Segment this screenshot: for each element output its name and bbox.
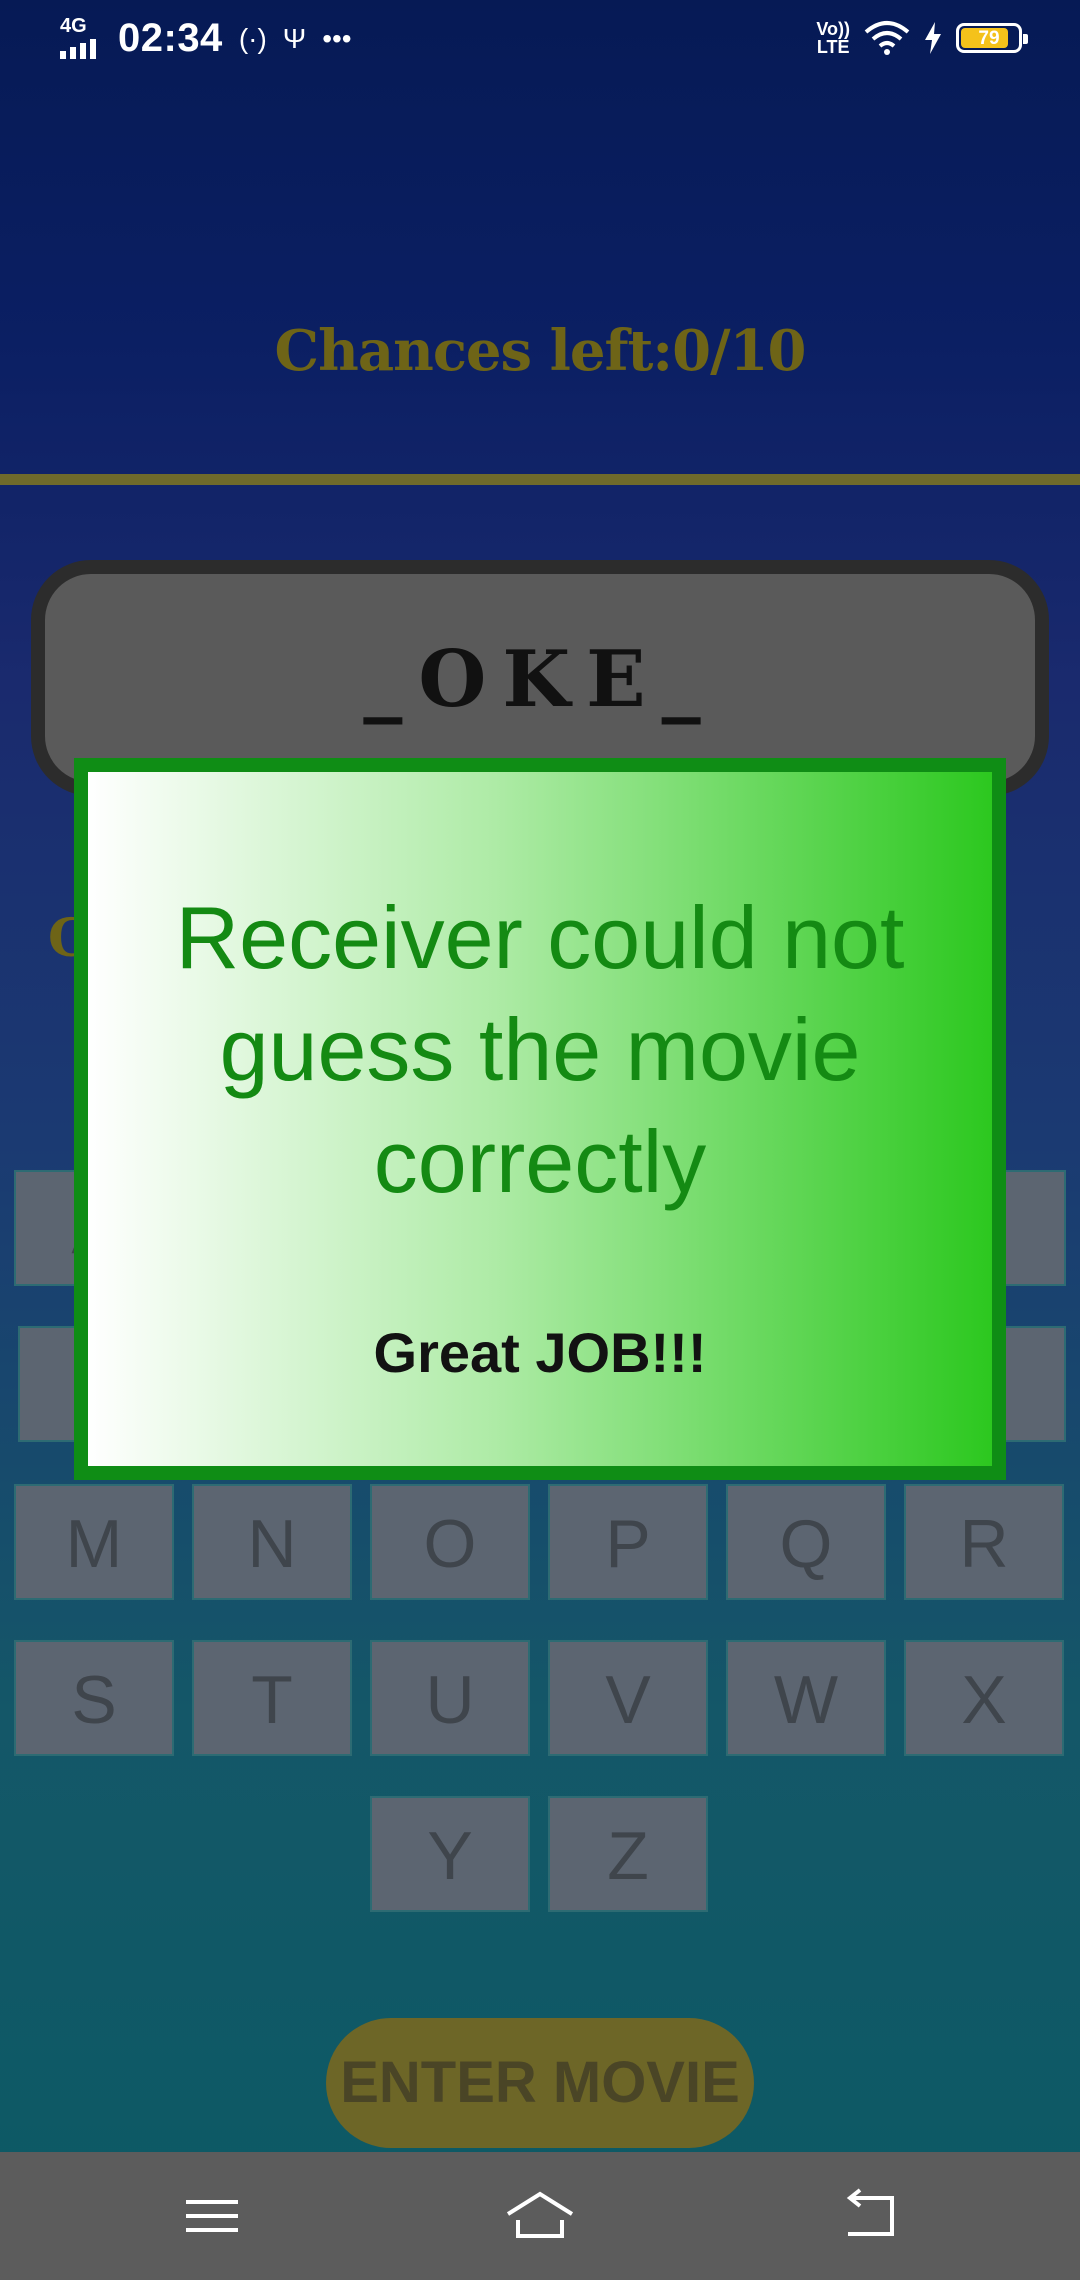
dialog-message: Receiver could not guess the movie corre… xyxy=(175,888,905,1211)
key-w[interactable]: W xyxy=(726,1640,886,1756)
masked-word: _OKE_ xyxy=(363,634,717,725)
result-dialog[interactable]: Receiver could not guess the movie corre… xyxy=(74,758,1006,1480)
key-v[interactable]: V xyxy=(548,1640,708,1756)
key-r[interactable]: R xyxy=(904,1484,1064,1600)
divider xyxy=(0,474,1080,485)
menu-icon[interactable] xyxy=(176,2180,248,2252)
key-n[interactable]: N xyxy=(192,1484,352,1600)
key-q[interactable]: Q xyxy=(726,1484,886,1600)
clock: 02:34 xyxy=(118,16,223,60)
hotspot-icon: (·) xyxy=(238,22,267,54)
battery-level: 79 xyxy=(978,28,1000,49)
key-o[interactable]: O xyxy=(370,1484,530,1600)
key-z[interactable]: Z xyxy=(548,1796,708,1912)
home-icon[interactable] xyxy=(504,2180,576,2252)
battery-icon: 79 xyxy=(956,23,1028,53)
charging-icon xyxy=(925,22,941,54)
key-t[interactable]: T xyxy=(192,1640,352,1756)
key-x[interactable]: X xyxy=(904,1640,1064,1756)
status-bar: 4G 02:34 (·) Ψ ••• Vo)) LTE 79 xyxy=(0,0,1080,86)
enter-movie-button[interactable]: ENTER MOVIE xyxy=(326,2018,754,2148)
network-type: 4G xyxy=(60,14,87,37)
more-dots-icon: ••• xyxy=(322,22,352,54)
key-s[interactable]: S xyxy=(14,1640,174,1756)
signal-icon: 4G xyxy=(58,14,102,61)
dialog-subtitle: Great JOB!!! xyxy=(373,1321,707,1384)
key-p[interactable]: P xyxy=(548,1484,708,1600)
usb-icon: Ψ xyxy=(282,22,307,54)
key-m[interactable]: M xyxy=(14,1484,174,1600)
back-icon[interactable] xyxy=(834,2180,906,2252)
navigation-bar xyxy=(0,2152,1080,2280)
volte-indicator: Vo)) LTE xyxy=(816,19,850,57)
key-y[interactable]: Y xyxy=(370,1796,530,1912)
chances-left-label: Chances left:0/10 xyxy=(274,318,807,384)
status-left: 4G 02:34 (·) Ψ ••• xyxy=(58,14,352,61)
wifi-icon xyxy=(864,21,910,55)
key-u[interactable]: U xyxy=(370,1640,530,1756)
status-right: Vo)) LTE 79 xyxy=(816,19,1028,57)
